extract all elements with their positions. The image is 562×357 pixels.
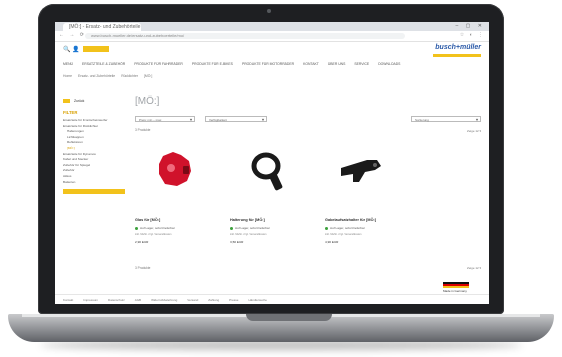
brand-logo[interactable]: busch+müller [435,44,481,51]
back-arrow-icon [63,99,70,104]
breadcrumb-item[interactable]: Ersatz- und Zubehörteile [78,74,115,78]
nav-item[interactable]: KONTAKT [303,62,319,66]
breadcrumb-item[interactable]: Home [63,74,72,78]
nav-item[interactable]: PRODUKTE FÜR FAHRRÄDER [134,62,183,66]
chevron-down-icon: ▾ [475,117,478,122]
result-count: 3 Produkte [135,128,151,132]
in-stock-dot-icon [135,226,138,230]
browser-nav-buttons[interactable]: ← → ⟳ [59,32,86,38]
mounting-bracket-icon [251,152,283,191]
availability-select-label: Verfügbarkeit [209,118,227,122]
nav-item[interactable]: SERVICE [354,62,369,66]
footer-link[interactable]: Datenschutz [108,298,125,302]
back-label: Zurück [74,99,85,103]
product-name[interactable]: Gabelaufsatzhalter für [MÖ:] [325,218,376,222]
stock-status: Auf Lager, sofort lieferbar [230,226,270,230]
nav-item[interactable]: ÜBER UNS [328,62,346,66]
made-in-germany-badge: Made in Germany [443,282,469,294]
sidebar-heading: FILTER [63,110,78,115]
stock-text: Auf Lager, sofort lieferbar [140,226,175,230]
lid-opening-notch [246,314,332,321]
breadcrumb-item[interactable]: Rücklichter [121,74,138,78]
sort-select[interactable]: Sortierung ▾ [411,116,481,122]
address-bar-row: ← → ⟳ www.busch-mueller.de/ersatz-und-zu… [55,31,489,42]
german-flag-icon [443,282,469,288]
url-field[interactable]: www.busch-mueller.de/ersatz-und-zubehoer… [85,33,405,39]
footer-link[interactable]: Händlersuche [248,298,267,302]
product-card[interactable]: Halterung für [MÖ:] Auf Lager, sofort li… [230,140,310,260]
footer-link[interactable]: AGB [135,298,141,302]
footer: Kontakt Impressum Datenschutz AGB Widerrufsb… [55,294,489,304]
laptop-base [8,314,554,342]
red-rear-light-lens-icon [159,152,191,186]
tax-note: inkl. MwSt. zzgl. Versandkosten [230,233,267,236]
stock-status: Auf Lager, sofort lieferbar [325,226,365,230]
stock-text: Auf Lager, sofort lieferbar [330,226,365,230]
nav-item[interactable]: ERSATZTEILE & ZUBEHÖR [82,62,125,66]
breadcrumb-item[interactable]: [MÖ:] [144,74,152,78]
fork-mount-bracket-icon [341,160,381,182]
chevron-down-icon: ▾ [189,117,192,122]
tax-note: inkl. MwSt. zzgl. Versandkosten [325,233,362,236]
back-link[interactable]: Zurück [63,99,85,104]
product-price: 2,90 EUR [135,240,149,244]
sidebar-list: Ersatzteile für Frontscheinwerfer Ersatzt… [63,118,129,185]
product-price: 4,90 EUR [325,240,339,244]
result-count-bottom: 3 Produkte [135,266,151,270]
sort-select-label: Sortierung [415,118,429,122]
sidebar-action-button[interactable] [63,189,125,195]
chevron-down-icon: ▾ [261,117,264,122]
logo-accent-bar [433,54,481,57]
footer-link[interactable]: Versand [187,298,198,302]
window-controls[interactable]: – ▢ ✕ [456,23,485,29]
sidebar-item[interactable]: Batterien [63,180,129,186]
cart-button[interactable] [83,46,109,52]
browser-extension-icons[interactable]: ☆ ◐ ⋮ [460,32,485,38]
footer-link[interactable]: Impressum [83,298,98,302]
per-page-select[interactable]: Zeige 12 ▾ [467,129,481,133]
browser-tab[interactable]: [MÖ:] - Ersatz- und Zubehörteile [63,23,141,31]
nav-item[interactable]: PRODUKTE FÜR E-BIKES [192,62,233,66]
footer-link[interactable]: Widerrufsbelehrung [151,298,177,302]
page-title: [MÖ:] [135,96,160,107]
browser-tabbar: [MÖ:] - Ersatz- und Zubehörteile – ▢ ✕ [55,22,489,31]
footer-link[interactable]: Kontakt [63,298,73,302]
in-stock-dot-icon [230,226,233,230]
breadcrumb: Home Ersatz- und Zubehörteile Rücklichter [… [63,74,158,78]
footer-link[interactable]: Zahlung [208,298,219,302]
product-grid: Glas für [MÖ:] Auf Lager, sofort lieferb… [135,140,405,260]
footer-links: Kontakt Impressum Datenschutz AGB Widerrufsb… [63,298,277,302]
product-name[interactable]: Halterung für [MÖ:] [230,218,265,222]
in-stock-dot-icon [325,226,328,230]
nav-item[interactable]: PRODUKTE FÜR MOTORRÄDER [242,62,294,66]
product-card[interactable]: Gabelaufsatzhalter für [MÖ:] Auf Lager, … [325,140,405,260]
filter-bar: Preis: min – max ▾ Verfügbarkeit ▾ Sortier… [135,116,481,123]
badge-text: Made in Germany [443,289,467,293]
tab-title: [MÖ:] - Ersatz- und Zubehörteile [69,24,141,30]
availability-select[interactable]: Verfügbarkeit ▾ [205,116,267,122]
main-navigation: MENÜ ERSATZTEILE & ZUBEHÖR PRODUKTE FÜR FA… [63,62,483,68]
url-text: www.busch-mueller.de/ersatz-und-zubehoer… [91,33,185,38]
footer-link[interactable]: Presse [229,298,238,302]
website: 🔍 👤 busch+müller MENÜ ERSATZTEILE & ZUBEH… [55,42,489,304]
tax-note: inkl. MwSt. zzgl. Versandkosten [135,233,172,236]
stock-status: Auf Lager, sofort lieferbar [135,226,175,230]
webcam [267,9,271,13]
per-page-select-bottom[interactable]: Zeige 12 ▾ [467,266,481,270]
price-select-label: Preis: min – max [139,118,162,122]
nav-item[interactable]: DOWNLOADS [378,62,400,66]
search-account-icons[interactable]: 🔍 👤 [63,46,80,53]
laptop-screen: [MÖ:] - Ersatz- und Zubehörteile – ▢ ✕ ←… [55,22,489,304]
price-select[interactable]: Preis: min – max ▾ [135,116,195,122]
stock-text: Auf Lager, sofort lieferbar [235,226,270,230]
product-name[interactable]: Glas für [MÖ:] [135,218,160,222]
product-card[interactable]: Glas für [MÖ:] Auf Lager, sofort lieferb… [135,140,215,260]
filter-sidebar: FILTER Ersatzteile für Frontscheinwerfer… [63,110,129,195]
nav-item[interactable]: MENÜ [63,62,73,66]
product-price: 3,50 EUR [230,240,244,244]
